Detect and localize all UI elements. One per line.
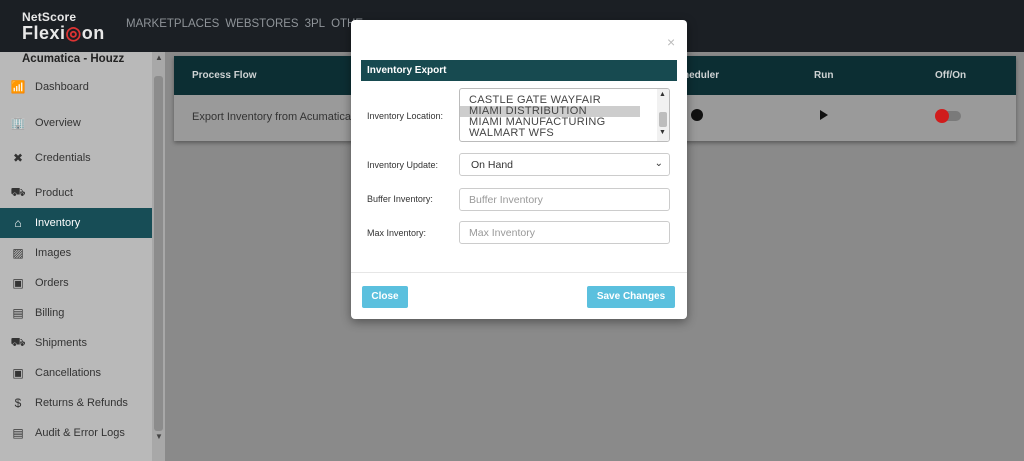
hand-truck-icon: ⛟ <box>10 185 26 199</box>
toggle-knob <box>935 109 949 123</box>
image-icon: ▨ <box>12 246 24 260</box>
inventory-export-modal: × Inventory Export Inventory Location: C… <box>351 20 687 319</box>
sidebar-item-inventory[interactable]: ⌂ Inventory <box>0 208 152 238</box>
sidebar-item-orders[interactable]: ▣ Orders <box>0 268 152 298</box>
sidebar-item-label: Orders <box>35 277 69 289</box>
list-item[interactable]: WALMART WFS <box>460 128 640 139</box>
close-button[interactable]: Close <box>362 286 408 308</box>
scrollbar-thumb[interactable] <box>659 112 667 127</box>
sidebar-item-label: Audit & Error Logs <box>35 427 125 439</box>
sidebar-item-audit-logs[interactable]: ▤ Audit & Error Logs <box>0 418 152 448</box>
sidebar-item-label: Overview <box>35 117 81 129</box>
sidebar-item-dashboard[interactable]: 📶 Dashboard <box>0 72 152 102</box>
sidebar-item-product[interactable]: ⛟ Product <box>0 178 152 208</box>
inventory-update-value: On Hand <box>471 159 514 171</box>
nav-marketplaces[interactable]: MARKETPLACES <box>126 18 219 30</box>
inventory-location-label: Inventory Location: <box>367 111 444 121</box>
scrollbar-thumb[interactable] <box>154 76 163 431</box>
clock-icon[interactable] <box>691 109 703 121</box>
nav-webstores[interactable]: WEBSTORES <box>225 18 298 30</box>
ledger-icon: ▤ <box>12 306 24 320</box>
col-scheduler: heduler <box>683 70 720 81</box>
chevron-down-icon: ⌄ <box>654 158 663 169</box>
coin-icon: $ <box>14 396 22 410</box>
sidebar: Acumatica - Houzz 📶 Dashboard 🏢 Overview ✖… <box>0 52 165 461</box>
sidebar-item-shipments[interactable]: ⛟ Shipments <box>0 328 152 358</box>
sidebar-item-label: Images <box>35 247 72 259</box>
sidebar-item-label: Inventory <box>35 217 81 229</box>
sidebar-item-billing[interactable]: ▤ Billing <box>0 298 152 328</box>
sidebar-menu: 📶 Dashboard 🏢 Overview ✖ Credentials ⛟ Produ… <box>0 72 152 448</box>
sidebar-item-label: Returns & Refunds <box>35 397 128 409</box>
top-nav-links: MARKETPLACES WEBSTORES 3PL OTHE <box>126 18 363 30</box>
save-changes-button[interactable]: Save Changes <box>587 286 675 308</box>
close-icon[interactable]: × <box>667 34 675 50</box>
box-cancel-icon: ▣ <box>12 366 24 380</box>
sidebar-item-label: Cancellations <box>35 367 102 379</box>
modal-footer-divider <box>351 272 687 273</box>
scroll-down-icon[interactable]: ▼ <box>659 129 666 136</box>
sidebar-item-label: Credentials <box>35 152 91 164</box>
col-offon: Off/On <box>935 70 967 81</box>
modal-title: Inventory Export <box>361 60 677 81</box>
sidebar-item-credentials[interactable]: ✖ Credentials <box>0 143 152 173</box>
col-process-flow: Process Flow <box>192 70 257 81</box>
inventory-update-select[interactable]: On Hand ⌄ <box>459 153 670 176</box>
nav-3pl[interactable]: 3PL <box>305 18 325 30</box>
buffer-inventory-input[interactable]: Buffer Inventory <box>459 188 670 211</box>
netscore-logo[interactable]: NetScore Flexi◎on <box>22 11 105 42</box>
sidebar-scrollbar[interactable]: ▲ ▼ <box>152 52 165 461</box>
process-flow-name: Export Inventory from Acumatica <box>192 111 351 123</box>
chart-icon: 📶 <box>10 80 26 94</box>
max-inventory-input[interactable]: Max Inventory <box>459 221 670 244</box>
tools-icon: ✖ <box>12 151 24 165</box>
sidebar-title: Acumatica - Houzz <box>22 53 125 65</box>
box-icon: ▣ <box>12 276 24 290</box>
buffer-inventory-label: Buffer Inventory: <box>367 194 433 204</box>
building-icon: 🏢 <box>10 116 26 130</box>
logo-line2: Flexi◎on <box>22 23 105 43</box>
scroll-up-icon[interactable]: ▲ <box>659 91 666 98</box>
sidebar-item-label: Shipments <box>35 337 87 349</box>
log-icon: ▤ <box>12 426 24 440</box>
warehouse-icon: ⌂ <box>14 216 22 230</box>
col-run: Run <box>814 70 834 81</box>
sidebar-item-returns[interactable]: $ Returns & Refunds <box>0 388 152 418</box>
inventory-location-listbox[interactable]: CASTLE GATE WAYFAIR MIAMI DISTRIBUTION M… <box>459 88 670 142</box>
play-icon[interactable] <box>820 110 828 120</box>
listbox-scrollbar[interactable]: ▲ ▼ <box>657 89 669 141</box>
logo-line1: NetScore <box>22 10 77 24</box>
sidebar-item-images[interactable]: ▨ Images <box>0 238 152 268</box>
sidebar-item-cancellations[interactable]: ▣ Cancellations <box>0 358 152 388</box>
scroll-up-icon[interactable]: ▲ <box>155 53 163 62</box>
truck-icon: ⛟ <box>10 335 26 349</box>
max-inventory-label: Max Inventory: <box>367 228 427 238</box>
sidebar-item-label: Billing <box>35 307 65 319</box>
sidebar-item-label: Dashboard <box>35 81 89 93</box>
on-off-toggle[interactable] <box>935 109 961 123</box>
scroll-down-icon[interactable]: ▼ <box>155 432 163 441</box>
sidebar-item-label: Product <box>35 187 73 199</box>
sidebar-item-overview[interactable]: 🏢 Overview <box>0 108 152 138</box>
inventory-update-label: Inventory Update: <box>367 160 439 170</box>
